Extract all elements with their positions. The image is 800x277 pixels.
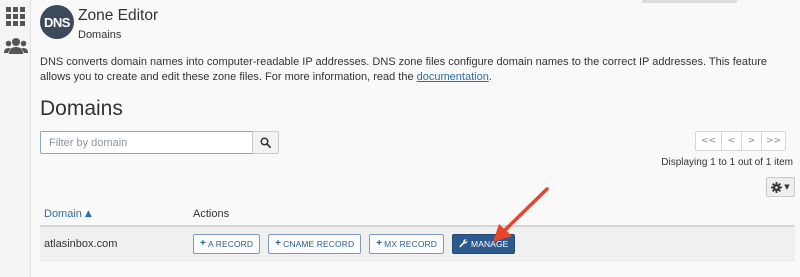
table-header: Domain ▲ Actions bbox=[40, 203, 795, 227]
a-record-label: A RECORD bbox=[207, 238, 254, 249]
dns-logo: DNS bbox=[40, 5, 74, 39]
domain-column-label: Domain bbox=[44, 208, 82, 220]
paging-info: Displaying 1 to 1 out of 1 item bbox=[661, 157, 793, 168]
table-row: atlasinbox.com + A RECORD + CNAME RECORD… bbox=[40, 227, 795, 261]
domain-column-header[interactable]: Domain ▲ bbox=[40, 208, 193, 220]
app-header: DNS Zone Editor Domains bbox=[40, 5, 158, 41]
add-mx-record-button[interactable]: + MX RECORD bbox=[369, 233, 445, 254]
plus-icon: + bbox=[275, 238, 282, 249]
pager-next-button[interactable]: > bbox=[741, 131, 762, 151]
settings-dropdown-button[interactable]: ▼ bbox=[766, 177, 795, 197]
chevron-down-icon: ▼ bbox=[784, 183, 790, 191]
domains-table: Domain ▲ Actions atlasinbox.com + A RECO… bbox=[40, 203, 795, 261]
manage-label: MANAGE bbox=[471, 238, 509, 249]
domain-cell: atlasinbox.com bbox=[44, 237, 118, 250]
left-rail bbox=[0, 0, 31, 277]
intro-paragraph: DNS converts domain names into computer-… bbox=[40, 55, 795, 85]
breadcrumb: Domains bbox=[78, 29, 122, 41]
intro-text: DNS converts domain names into computer-… bbox=[40, 56, 767, 83]
actions-column-header: Actions bbox=[193, 208, 230, 220]
section-title: Domains bbox=[40, 97, 123, 120]
cname-record-label: CNAME RECORD bbox=[283, 238, 355, 249]
main-content: DNS Zone Editor Domains DNS converts dom… bbox=[31, 0, 800, 277]
apps-grid-icon[interactable] bbox=[3, 4, 28, 29]
pager-last-button[interactable]: >> bbox=[761, 131, 786, 151]
pagination: << < > >> bbox=[695, 131, 786, 151]
pager-prev-button[interactable]: < bbox=[721, 131, 742, 151]
plus-icon: + bbox=[376, 238, 383, 249]
actions-cell: + A RECORD + CNAME RECORD + MX RECORD MA… bbox=[193, 233, 523, 254]
add-a-record-button[interactable]: + A RECORD bbox=[193, 233, 261, 254]
filter-group bbox=[40, 131, 279, 154]
add-cname-record-button[interactable]: + CNAME RECORD bbox=[268, 233, 362, 254]
manage-button[interactable]: MANAGE bbox=[452, 233, 516, 254]
mx-record-label: MX RECORD bbox=[384, 238, 438, 249]
search-icon bbox=[260, 137, 271, 148]
gear-icon bbox=[771, 181, 783, 193]
page-title: Zone Editor bbox=[78, 7, 159, 24]
plus-icon: + bbox=[200, 238, 206, 249]
wrench-icon bbox=[459, 239, 468, 248]
search-button[interactable] bbox=[252, 131, 279, 154]
pager-first-button[interactable]: << bbox=[695, 131, 722, 151]
app-titles: Zone Editor Domains bbox=[78, 5, 158, 41]
dns-logo-text: DNS bbox=[44, 14, 70, 30]
documentation-link[interactable]: documentation bbox=[417, 71, 489, 83]
sort-ascending-icon: ▲ bbox=[84, 209, 92, 219]
intro-trailing: . bbox=[488, 71, 492, 83]
top-notice-bar bbox=[642, 0, 737, 3]
filter-input[interactable] bbox=[40, 131, 252, 154]
users-icon[interactable] bbox=[3, 33, 28, 58]
